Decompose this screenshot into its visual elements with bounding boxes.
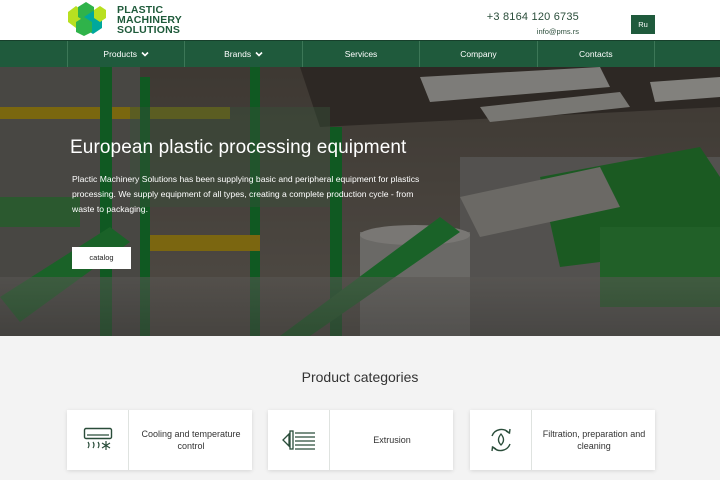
nav-item-label: Services xyxy=(344,49,378,59)
language-button[interactable]: Ru xyxy=(631,15,655,34)
category-label: Extrusion xyxy=(373,435,411,445)
category-card-cooling[interactable]: Cooling and temperature control xyxy=(67,410,252,470)
card-icon-wrap xyxy=(268,410,330,470)
page: PLASTIC MACHINERY SOLUTIONS +3 8164 120 … xyxy=(0,0,720,480)
chevron-down-icon xyxy=(255,51,263,57)
extruder-icon xyxy=(281,430,315,450)
header-contacts: +3 8164 120 6735 info@pms.rs xyxy=(487,10,579,38)
section-title: Product categories xyxy=(301,369,419,385)
nav-item-services[interactable]: Services xyxy=(301,41,419,67)
air-conditioner-icon xyxy=(83,427,112,450)
hero-banner: European plastic processing equipment Pl… xyxy=(0,67,720,336)
water-cycle-icon xyxy=(490,428,511,452)
chevron-down-icon xyxy=(141,51,149,57)
category-card-extrusion[interactable]: Extrusion xyxy=(268,410,453,470)
catalog-button[interactable]: catalog xyxy=(72,247,131,269)
nav-item-company[interactable]: Company xyxy=(419,41,536,67)
nav-item-label: Products xyxy=(103,49,137,59)
logo[interactable]: PLASTIC MACHINERY SOLUTIONS xyxy=(66,2,196,38)
nav-item-brands[interactable]: Brands xyxy=(184,41,301,67)
card-icon-wrap xyxy=(67,410,129,470)
main-nav: Products Brands Services Company Contact… xyxy=(0,40,720,67)
logo-line-3: SOLUTIONS xyxy=(117,24,181,36)
logo-text: PLASTIC MACHINERY SOLUTIONS xyxy=(117,5,182,36)
phone-link[interactable]: +3 8164 120 6735 xyxy=(487,10,579,24)
hero-description: Plactic Machinery Solutions has been sup… xyxy=(72,174,420,214)
nav-item-label: Brands xyxy=(224,49,252,59)
nav-item-label: Company xyxy=(460,49,497,59)
category-label: Cooling and temperature control xyxy=(141,429,241,451)
category-card-filtration[interactable]: Filtration, preparation and cleaning xyxy=(470,410,655,470)
logo-hexagon-icon xyxy=(68,2,106,36)
site-header: PLASTIC MACHINERY SOLUTIONS +3 8164 120 … xyxy=(0,0,720,40)
email-link[interactable]: info@pms.rs xyxy=(487,26,579,38)
nav-items: Products Brands Services Company Contact… xyxy=(67,41,656,67)
category-cards: Cooling and temperature control Extrusio… xyxy=(67,410,655,470)
nav-item-label: Contacts xyxy=(579,49,613,59)
hero-title: European plastic processing equipment xyxy=(70,137,407,158)
nav-item-products[interactable]: Products xyxy=(67,41,184,67)
nav-item-contacts[interactable]: Contacts xyxy=(536,41,656,67)
category-label: Filtration, preparation and cleaning xyxy=(542,429,646,451)
card-icon-wrap xyxy=(470,410,532,470)
